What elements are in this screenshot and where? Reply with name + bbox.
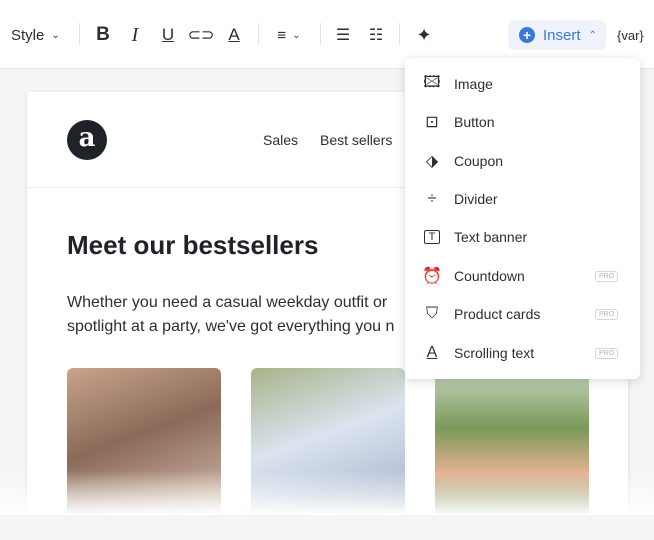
divider: [399, 23, 400, 45]
brand-logo: a: [67, 120, 107, 160]
menu-item-button[interactable]: ⊡ Button: [405, 104, 640, 140]
menu-item-label: Scrolling text: [454, 345, 535, 361]
menu-item-label: Divider: [454, 191, 498, 207]
plus-circle-icon: +: [519, 27, 535, 43]
pro-badge: PRO: [595, 347, 619, 359]
description-line: spotlight at a party, we've got everythi…: [67, 318, 395, 335]
style-label: Style: [11, 26, 45, 44]
alarm-clock-icon: ⏰: [422, 268, 442, 285]
menu-item-scrolling-text[interactable]: A Scrolling text PRO: [405, 335, 640, 371]
email-title: Meet our bestsellers: [67, 230, 319, 260]
chevron-down-icon: ⌄: [292, 29, 301, 41]
pro-badge: PRO: [595, 270, 619, 282]
numbered-list-icon[interactable]: ☷: [366, 22, 386, 48]
bullet-list-icon[interactable]: ☰: [333, 22, 353, 48]
description-line: Whether you need a casual weekday outfit…: [67, 294, 388, 311]
menu-item-label: Image: [454, 76, 493, 92]
style-dropdown[interactable]: Style ⌄: [11, 22, 60, 48]
menu-item-label: Product cards: [454, 306, 541, 322]
insert-label: Insert: [543, 26, 581, 44]
align-dropdown[interactable]: ≡ ⌄: [271, 22, 307, 48]
divider: [320, 23, 321, 45]
fade-overlay: [0, 470, 654, 515]
chevron-down-icon: ⌄: [51, 29, 60, 41]
nav-link-sales[interactable]: Sales: [263, 132, 298, 148]
email-description: Whether you need a casual weekday outfit…: [67, 291, 447, 339]
button-icon: ⊡: [425, 114, 439, 131]
image-icon: 🖾: [423, 73, 441, 91]
menu-item-text-banner[interactable]: T Text banner: [405, 219, 640, 255]
nav-link-best-sellers[interactable]: Best sellers: [320, 132, 392, 148]
text-banner-icon: T: [424, 230, 440, 244]
text-color-icon[interactable]: A: [225, 22, 243, 48]
variable-button[interactable]: {var}: [617, 22, 644, 48]
menu-item-countdown[interactable]: ⏰ Countdown PRO: [405, 258, 640, 294]
shopping-bag-icon: ⛉: [425, 305, 438, 322]
menu-item-label: Countdown: [454, 268, 525, 284]
menu-item-coupon[interactable]: ⬗ Coupon: [405, 143, 640, 179]
ai-sparkle-icon[interactable]: ✦: [413, 22, 435, 48]
divider-icon: ÷: [427, 190, 437, 207]
menu-item-label: Button: [454, 114, 495, 130]
divider: [79, 23, 80, 45]
italic-icon[interactable]: I: [126, 22, 144, 48]
menu-item-label: Coupon: [454, 153, 504, 169]
pro-badge: PRO: [595, 308, 619, 320]
tag-icon: ⬗: [425, 153, 439, 170]
scrolling-text-icon: A: [426, 344, 438, 361]
divider: [258, 23, 259, 45]
insert-button[interactable]: + Insert ⌃: [508, 20, 606, 50]
bottom-strip: [0, 515, 654, 540]
menu-item-product-cards[interactable]: ⛉ Product cards PRO: [405, 296, 640, 332]
bold-icon[interactable]: B: [94, 22, 112, 48]
underline-icon[interactable]: U: [159, 22, 177, 48]
menu-item-label: Text banner: [454, 229, 528, 245]
align-left-icon: ≡: [277, 26, 287, 44]
menu-item-image[interactable]: 🖾 Image: [405, 66, 640, 102]
link-icon[interactable]: ⊂⊃: [188, 22, 215, 48]
insert-menu: 🖾 Image ⊡ Button ⬗ Coupon ÷ Divider T Text ba…: [405, 58, 640, 379]
chevron-up-icon: ⌃: [588, 29, 597, 41]
menu-item-divider[interactable]: ÷ Divider: [405, 181, 640, 217]
